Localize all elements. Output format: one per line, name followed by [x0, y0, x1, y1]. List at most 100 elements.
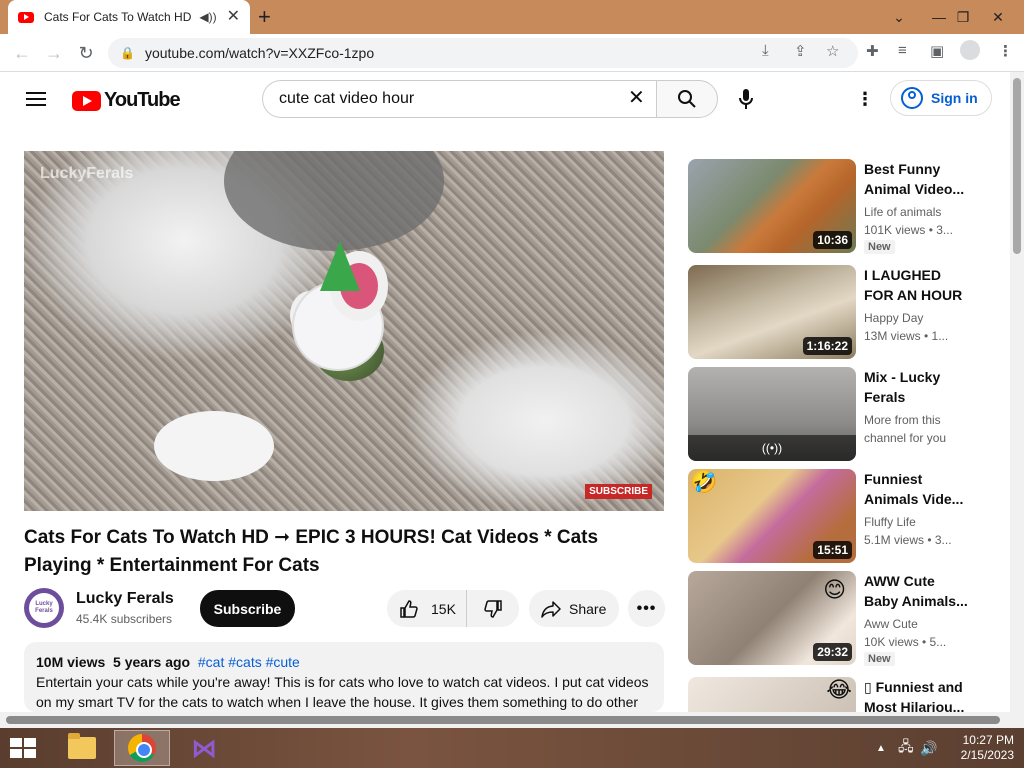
voice-search-mic-icon[interactable]: [736, 88, 756, 115]
windows-taskbar: ⋈ ▲ 🖧 🔊 10:27 PM 2/15/2023: [0, 728, 1024, 768]
channel-avatar-text: Lucky Ferals: [29, 593, 59, 623]
recommendation-title[interactable]: AWW Cute Baby Animals...: [864, 571, 968, 611]
subscriber-count: 45.4K subscribers: [76, 612, 173, 626]
share-button[interactable]: Share: [529, 590, 619, 627]
media-control-icon[interactable]: ≡: [898, 42, 907, 59]
side-panel-icon[interactable]: ▣: [930, 42, 944, 60]
browser-toolbar: ← → ↻ 🔒 youtube.com/watch?v=XXZFco-1zpo …: [0, 34, 1024, 72]
search-input[interactable]: cute cat video hour: [262, 80, 656, 118]
youtube-play-logo-icon: [72, 90, 101, 111]
recommendation-views: 13M views • 1...: [864, 329, 949, 343]
horizontal-scrollbar[interactable]: [0, 712, 1010, 728]
sign-in-button[interactable]: Sign in: [890, 80, 992, 116]
tab-title: Cats For Cats To Watch HD -: [44, 10, 194, 24]
dislike-button[interactable]: [467, 590, 519, 627]
video-player[interactable]: LuckyFerals SUBSCRIBE: [24, 151, 664, 511]
profile-avatar-icon[interactable]: [960, 40, 980, 60]
network-icon[interactable]: 🖧: [898, 728, 914, 768]
bookmark-star-icon[interactable]: ☆: [826, 42, 839, 60]
chrome-taskbar-button[interactable]: [114, 730, 170, 766]
recommendation-views: 101K views • 3...: [864, 223, 953, 237]
hashtags[interactable]: #cat #cats #cute: [198, 654, 300, 670]
clock-time: 10:27 PM: [962, 733, 1014, 747]
smiling-emoji-icon: 😊: [823, 577, 846, 602]
recommendation-thumbnail[interactable]: ((•)): [688, 367, 856, 461]
show-hidden-icons-icon[interactable]: ▲: [876, 728, 886, 768]
youtube-header: YouTube cute cat video hour ✕ ⋮ Sign in: [0, 72, 1010, 128]
search-query[interactable]: cute cat video hour: [279, 90, 414, 108]
restore-button[interactable]: ❐: [948, 0, 978, 34]
share-arrow-icon: [541, 600, 561, 618]
new-badge: New: [864, 652, 895, 666]
recommendation-title[interactable]: Best Funny Animal Video...: [864, 159, 968, 199]
subscribe-button[interactable]: Subscribe: [200, 590, 295, 627]
horizontal-scroll-thumb[interactable]: [6, 716, 1000, 724]
install-app-icon[interactable]: ⤓: [762, 42, 769, 59]
recommendation-channel: Happy Day: [864, 311, 924, 325]
file-explorer-taskbar-button[interactable]: [54, 730, 110, 766]
close-window-button[interactable]: ✕: [980, 0, 1016, 34]
extensions-puzzle-icon[interactable]: ✚: [866, 42, 879, 60]
visual-studio-taskbar-button[interactable]: ⋈: [176, 730, 232, 766]
search-button[interactable]: [656, 80, 718, 118]
menu-icon[interactable]: [26, 92, 46, 106]
browser-titlebar: Cats For Cats To Watch HD - ◀)) ✕ + ⌄ — …: [0, 0, 1024, 34]
recommendation-channel: More from this channel for you: [864, 413, 947, 445]
audio-playing-icon[interactable]: ◀)): [199, 10, 216, 24]
video-duration: 10:36: [813, 231, 852, 249]
recommendation-thumbnail[interactable]: 1:16:22: [688, 265, 856, 359]
tab-close-icon[interactable]: ✕: [227, 9, 240, 25]
address-url[interactable]: youtube.com/watch?v=XXZFco-1zpo: [145, 45, 374, 61]
player-subscribe-badge[interactable]: SUBSCRIBE: [585, 484, 652, 499]
toy-party-hat: [320, 241, 360, 291]
share-label: Share: [569, 600, 607, 617]
recommendation-channel: Aww Cute: [864, 617, 918, 631]
volume-icon[interactable]: 🔊: [920, 728, 937, 768]
new-badge: New: [864, 240, 895, 254]
back-arrow-icon[interactable]: ←: [10, 41, 34, 65]
like-button[interactable]: 15K: [387, 590, 467, 627]
upload-age: 5 years ago: [113, 654, 191, 670]
recommendation-title[interactable]: Mix - Lucky Ferals: [864, 367, 968, 407]
more-actions-button[interactable]: •••: [628, 590, 665, 627]
like-dislike-group: 15K: [387, 590, 519, 627]
tab-search-dropdown-icon[interactable]: ⌄: [884, 0, 914, 34]
recommendation-title[interactable]: ▯ Funniest and Most Hilariou...: [864, 677, 968, 712]
channel-name[interactable]: Lucky Ferals: [76, 590, 174, 608]
address-bar[interactable]: 🔒 youtube.com/watch?v=XXZFco-1zpo: [108, 38, 858, 68]
clear-search-icon[interactable]: ✕: [628, 88, 645, 108]
video-duration: 1:16:22: [802, 337, 852, 355]
vertical-scroll-thumb[interactable]: [1013, 78, 1021, 254]
reload-icon[interactable]: ↻: [74, 41, 98, 65]
windows-start-icon[interactable]: [10, 738, 38, 760]
vertical-scrollbar[interactable]: [1010, 72, 1024, 728]
recommendation-item[interactable]: 🤣 15:51 Funniest Animals Vide... Fluffy …: [688, 469, 988, 563]
recommendation-thumbnail[interactable]: 😊 29:32: [688, 571, 856, 665]
recommendation-thumbnail[interactable]: 😂: [688, 677, 856, 712]
visual-studio-icon: ⋈: [191, 732, 217, 763]
forward-arrow-icon[interactable]: →: [42, 41, 66, 65]
browser-tab-active[interactable]: Cats For Cats To Watch HD - ◀)) ✕: [8, 0, 250, 34]
sign-in-label: Sign in: [931, 90, 978, 106]
recommendation-thumbnail[interactable]: 🤣 15:51: [688, 469, 856, 563]
recommendation-item[interactable]: 1:16:22 I LAUGHED FOR AN HOUR😹... Happy …: [688, 265, 988, 359]
recommendation-item[interactable]: ((•)) Mix - Lucky Ferals More from this …: [688, 367, 988, 461]
recommendation-item[interactable]: 😂 ▯ Funniest and Most Hilariou...: [688, 677, 988, 712]
video-duration: 29:32: [813, 643, 852, 661]
description-text: Entertain your cats while you're away! T…: [36, 674, 649, 710]
player-watermark: LuckyFerals: [40, 165, 134, 182]
recommendation-item[interactable]: 😊 29:32 AWW Cute Baby Animals... Aww Cut…: [688, 571, 988, 666]
browser-menu-icon[interactable]: ⋮: [998, 42, 1013, 60]
recommendation-item[interactable]: 10:36 Best Funny Animal Video... Life of…: [688, 159, 988, 254]
recommendation-title[interactable]: I LAUGHED FOR AN HOUR😹...: [864, 265, 968, 305]
channel-avatar[interactable]: Lucky Ferals: [24, 588, 64, 628]
new-tab-button[interactable]: +: [258, 4, 271, 30]
settings-more-icon[interactable]: ⋮: [856, 90, 874, 108]
system-clock[interactable]: 10:27 PM 2/15/2023: [944, 733, 1014, 763]
youtube-logo[interactable]: YouTube: [72, 89, 181, 112]
recommendation-thumbnail[interactable]: 10:36: [688, 159, 856, 253]
share-page-icon[interactable]: ⇪: [794, 42, 807, 60]
clock-date: 2/15/2023: [960, 748, 1014, 762]
video-description[interactable]: 10M views 5 years ago #cat #cats #cute E…: [24, 642, 664, 712]
recommendation-title[interactable]: Funniest Animals Vide...: [864, 469, 968, 509]
